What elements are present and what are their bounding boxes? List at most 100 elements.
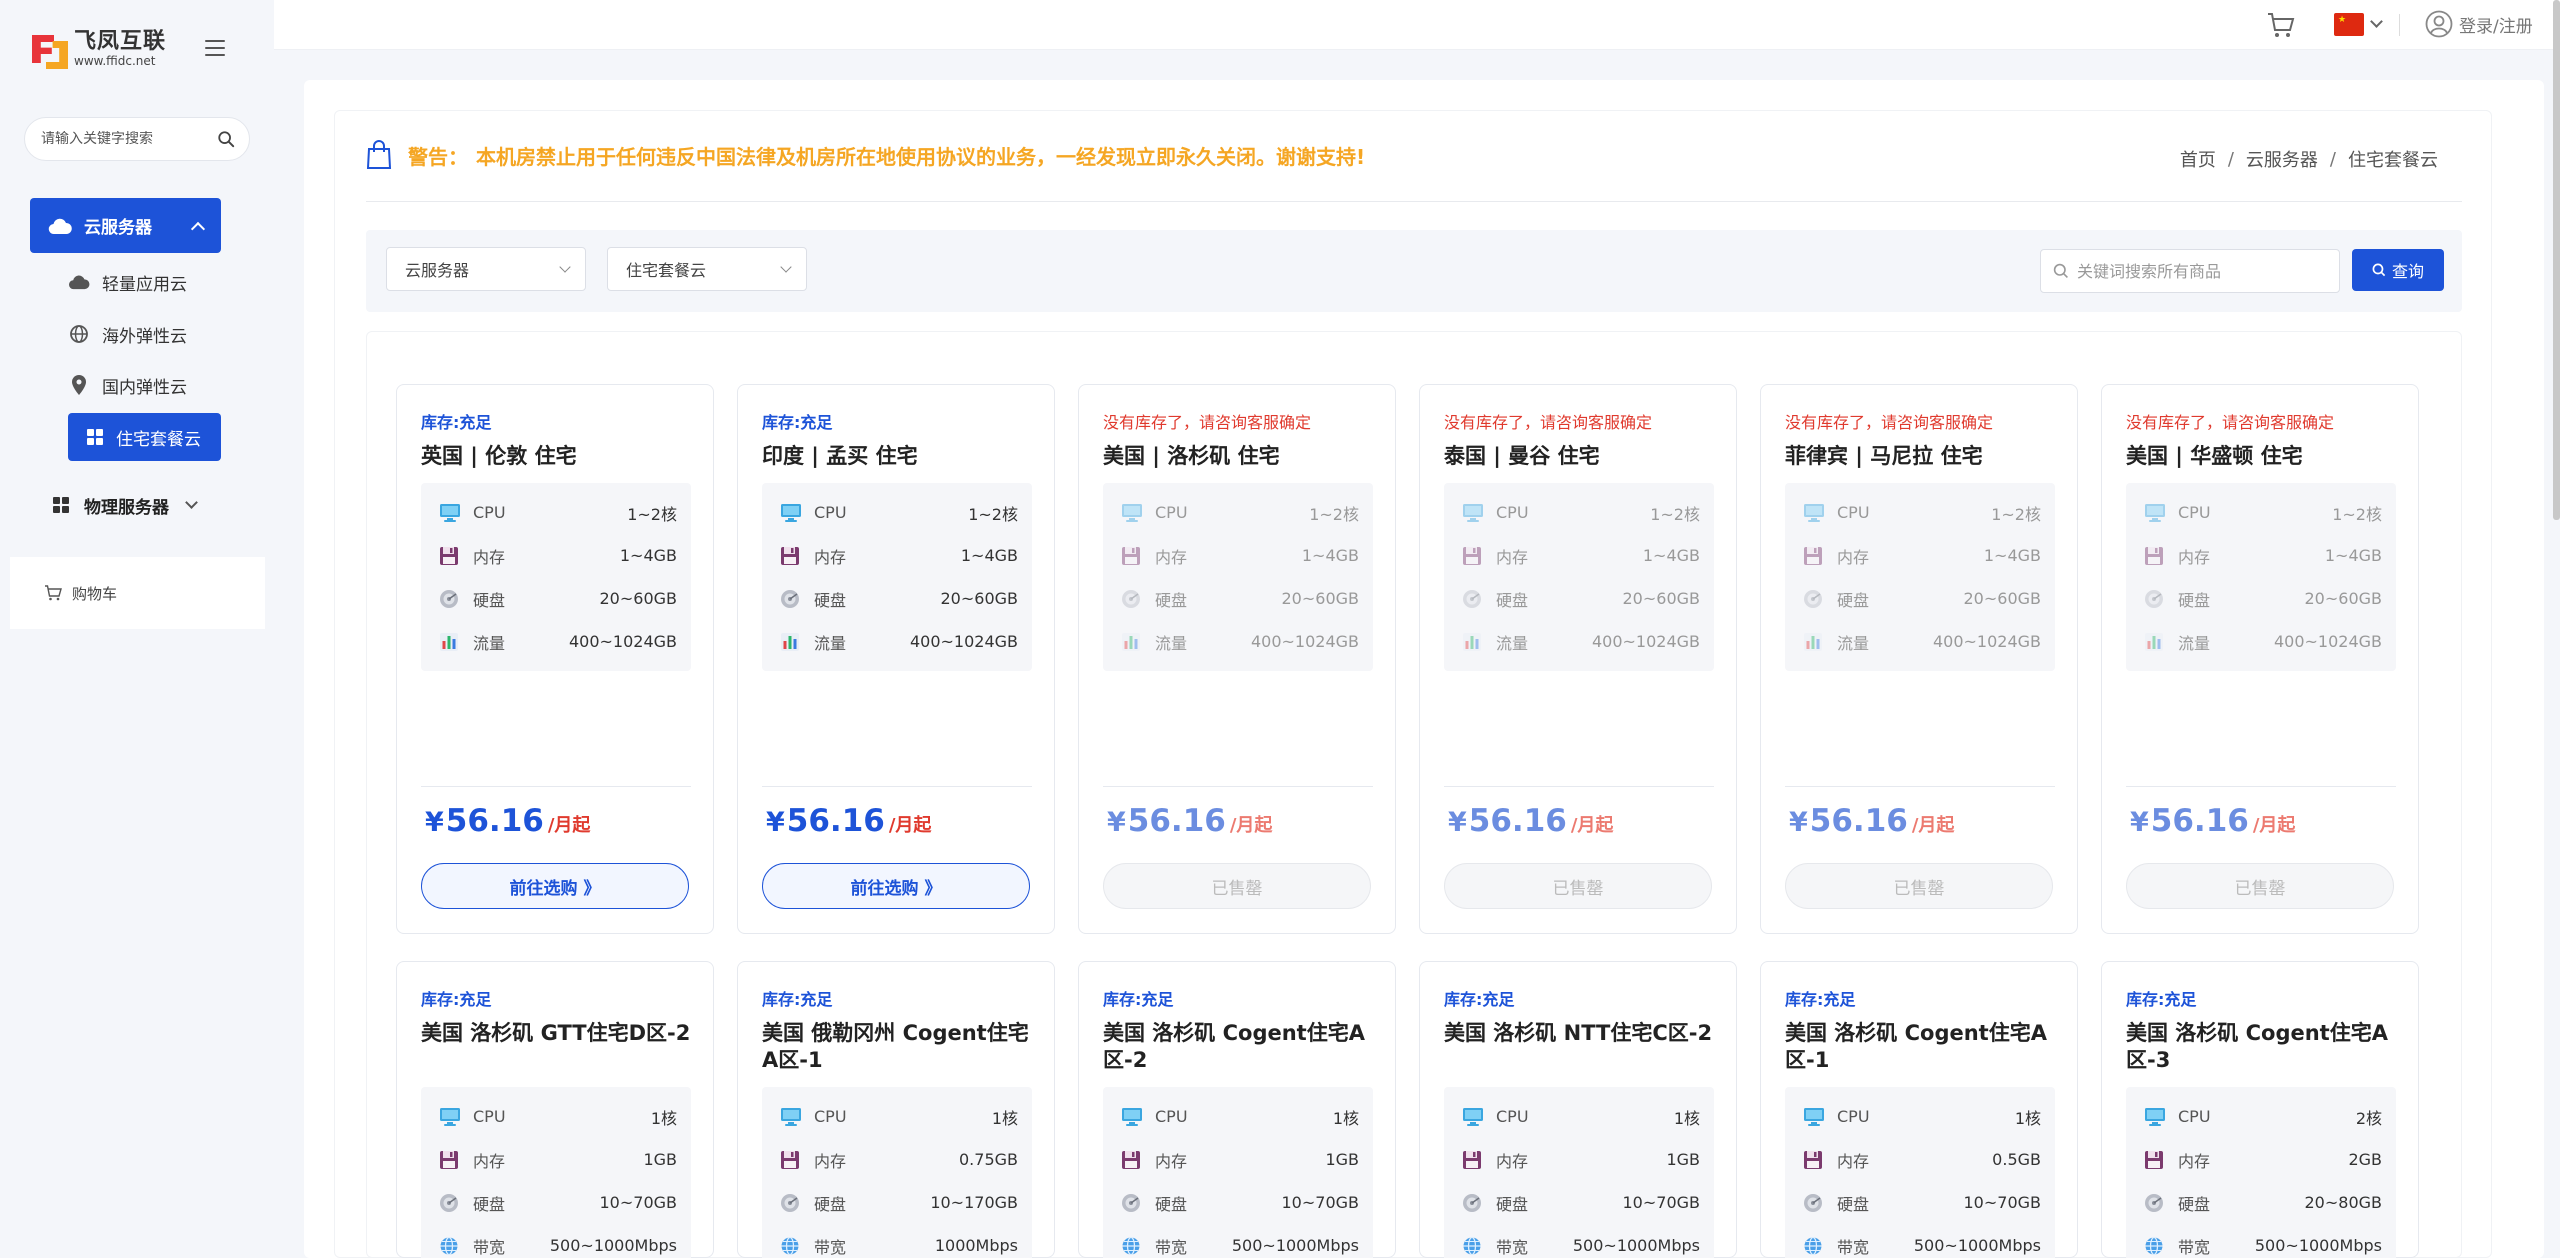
- sidebar-item-residential-cloud[interactable]: 住宅套餐云: [68, 413, 221, 461]
- breadcrumb-home[interactable]: 首页: [2180, 146, 2216, 172]
- globe-icon: [1462, 1236, 1484, 1256]
- floppy-disk-icon: [1803, 1150, 1825, 1170]
- brand-name: 飞凤互联: [74, 29, 167, 54]
- sidebar-item-label: 轻量应用云: [102, 274, 187, 295]
- spec-label: CPU: [814, 1107, 847, 1126]
- buy-button[interactable]: 前往选购 》: [421, 863, 689, 909]
- cart-icon[interactable]: [2267, 12, 2295, 38]
- spec-value: 1~2核: [1650, 504, 1700, 524]
- spec-row-cpu: CPU 1~2核: [1785, 491, 2055, 534]
- stock-status: 没有库存了，请咨询客服确定: [1785, 413, 1994, 432]
- grid-icon: [52, 496, 70, 514]
- price-currency: ¥: [1107, 807, 1126, 838]
- nav-cloud-servers[interactable]: 云服务器: [30, 198, 221, 253]
- bar-chart-icon: [1121, 632, 1143, 652]
- product-card: 库存:充足 美国 俄勒冈州 Cogent住宅A区-1 CPU 1核 内存 0.75…: [737, 961, 1055, 1258]
- hard-disk-icon: [1121, 589, 1143, 609]
- sidebar-cart-link[interactable]: 购物车: [10, 557, 265, 629]
- product-card: 库存:充足 美国 洛杉矶 GTT住宅D区-2 CPU 1核 内存 1GB 硬盘 1…: [396, 961, 714, 1258]
- query-button[interactable]: 查询: [2352, 249, 2444, 291]
- spec-label: CPU: [1837, 503, 1870, 522]
- search-icon[interactable]: [217, 130, 235, 148]
- spec-label: 硬盘: [473, 1194, 506, 1214]
- spec-label: 内存: [1496, 1151, 1529, 1171]
- product-name: 美国 | 华盛顿 住宅: [2126, 444, 2303, 468]
- spec-label: 内存: [814, 547, 847, 567]
- spec-label: 带宽: [1155, 1237, 1188, 1257]
- spec-value: 1~4GB: [1301, 546, 1359, 565]
- subcategory-select[interactable]: 住宅套餐云: [607, 247, 807, 291]
- spec-label: CPU: [473, 1107, 506, 1126]
- china-flag-icon[interactable]: ★: [2334, 13, 2364, 36]
- spec-value: 1~4GB: [960, 546, 1018, 565]
- spec-label: 硬盘: [1837, 590, 1870, 610]
- spec-row-disk: 硬盘 20~60GB: [762, 577, 1032, 620]
- spec-value: 1~4GB: [1642, 546, 1700, 565]
- breadcrumb-separator: /: [2329, 148, 2336, 170]
- spec-row-cpu: CPU 1核: [1785, 1095, 2055, 1138]
- chevron-up-icon: [190, 221, 206, 236]
- spec-label: CPU: [1496, 1107, 1529, 1126]
- divider: [1444, 786, 1714, 787]
- hard-disk-icon: [2144, 1193, 2166, 1213]
- spec-row-disk: 硬盘 10~70GB: [421, 1181, 691, 1224]
- sidebar-item-overseas-cloud[interactable]: 海外弹性云: [68, 314, 187, 354]
- breadcrumb-section[interactable]: 云服务器: [2246, 146, 2318, 172]
- sidebar-item-label: 住宅套餐云: [116, 429, 201, 450]
- spec-row-traffic: 流量 400~1024GB: [1444, 620, 1714, 663]
- product-name: 美国 洛杉矶 NTT住宅C区-2: [1444, 1021, 1713, 1045]
- sidebar-item-lightweight-cloud[interactable]: 轻量应用云: [68, 262, 187, 302]
- product-card: 库存:充足 美国 洛杉矶 NTT住宅C区-2 CPU 1核 内存 1GB 硬盘 1…: [1419, 961, 1737, 1258]
- monitor-icon: [780, 1107, 802, 1127]
- floppy-disk-icon: [1803, 546, 1825, 566]
- spec-label: 流量: [473, 633, 506, 653]
- category-select[interactable]: 云服务器: [386, 247, 586, 291]
- spec-row-cpu: CPU 1~2核: [2126, 491, 2396, 534]
- spec-value: 20~80GB: [2304, 1193, 2383, 1212]
- spec-value: 1GB: [643, 1150, 677, 1169]
- spec-value: 1~2核: [968, 504, 1018, 524]
- category-select-value: 云服务器: [405, 261, 470, 280]
- sold-out-button: 已售罄: [2126, 863, 2394, 909]
- product-card: 库存:充足 美国 洛杉矶 Cogent住宅A区-3 CPU 2核 内存 2GB 硬…: [2101, 961, 2419, 1258]
- spec-label: 硬盘: [2178, 1194, 2211, 1214]
- sidebar-search-input[interactable]: [41, 131, 217, 147]
- monitor-icon: [1121, 503, 1143, 523]
- menu-toggle-icon[interactable]: [205, 40, 225, 56]
- filter-bar: 云服务器 住宅套餐云 查询: [366, 230, 2462, 312]
- spec-row-memory: 内存 1~4GB: [762, 534, 1032, 577]
- floppy-disk-icon: [2144, 1150, 2166, 1170]
- brand-url: www.ffidc.net: [74, 54, 156, 68]
- hard-disk-icon: [2144, 589, 2166, 609]
- page-scrollbar[interactable]: [2553, 0, 2560, 520]
- brand-logo[interactable]: 飞凤互联 www.ffidc.net: [32, 24, 172, 74]
- spec-row-cpu: CPU 2核: [2126, 1095, 2396, 1138]
- spec-value: 10~170GB: [930, 1193, 1018, 1212]
- spec-label: CPU: [1837, 1107, 1870, 1126]
- spec-value: 20~60GB: [940, 589, 1019, 608]
- spec-label: 硬盘: [473, 590, 506, 610]
- hard-disk-icon: [439, 1193, 461, 1213]
- sold-out-button: 已售罄: [1444, 863, 1712, 909]
- price-amount: 56.16: [445, 803, 544, 839]
- product-card: 没有库存了，请咨询客服确定 泰国 | 曼谷 住宅 CPU 1~2核 内存 1~4G…: [1419, 384, 1737, 934]
- bar-chart-icon: [439, 632, 461, 652]
- price-amount: 56.16: [786, 803, 885, 839]
- monitor-icon: [1803, 1107, 1825, 1127]
- floppy-disk-icon: [2144, 546, 2166, 566]
- buy-button[interactable]: 前往选购 》: [762, 863, 1030, 909]
- product-search-input[interactable]: [2077, 261, 2339, 281]
- spec-row-cpu: CPU 1核: [1103, 1095, 1373, 1138]
- shopping-bag-icon: [366, 140, 392, 169]
- sold-out-button: 已售罄: [1785, 863, 2053, 909]
- spec-value: 20~60GB: [1963, 589, 2042, 608]
- spec-label: 内存: [2178, 547, 2211, 567]
- login-register-link[interactable]: 登录/注册: [2425, 10, 2533, 38]
- nav-physical-servers[interactable]: 物理服务器: [52, 485, 198, 525]
- location-pin-icon: [68, 374, 90, 396]
- price: ¥56.16/月起: [2130, 803, 2295, 839]
- sidebar-item-domestic-cloud[interactable]: 国内弹性云: [68, 365, 187, 405]
- spec-value: 1~4GB: [619, 546, 677, 565]
- cloud-icon: [68, 271, 90, 293]
- spec-label: 流量: [1837, 633, 1870, 653]
